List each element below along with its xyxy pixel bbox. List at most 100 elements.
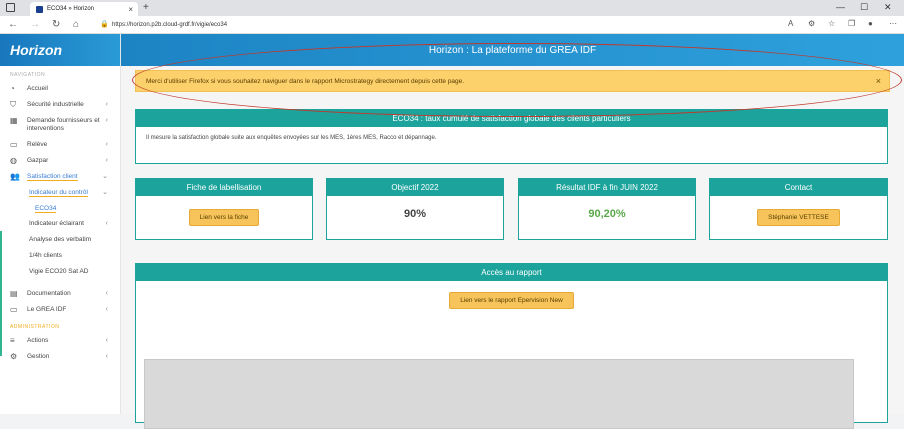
lock-icon: 🔒	[100, 21, 109, 28]
favorites-icon[interactable]: ☆	[828, 19, 835, 28]
address-bar: ← → ↻ ⌂ 🔒 https://horizon.p2b.cloud-grdf…	[0, 16, 904, 34]
sidebar-item-label: Actions	[27, 337, 49, 344]
contact-card: Contact Stéphanie VETTESE	[709, 178, 888, 240]
eco34-description: Il mesure la satisfaction globale suite …	[146, 135, 437, 141]
shield-icon: ⛉	[10, 100, 16, 109]
sidebar-item-label: Satisfaction client	[27, 173, 78, 181]
minimize-button[interactable]: —	[836, 2, 845, 12]
admin-heading: ADMINISTRATION	[10, 324, 60, 330]
chevron-left-icon: ‹	[105, 141, 108, 148]
forward-icon[interactable]: →	[30, 19, 40, 30]
extension-icon[interactable]: ⚙	[808, 19, 815, 28]
tab-close-icon[interactable]: ×	[128, 5, 133, 14]
sidebar-subitem-eco34[interactable]: ECO34	[0, 201, 120, 216]
sidebar-item-accueil[interactable]: ◔ Accueil	[0, 81, 120, 97]
profile-icon[interactable]: ●	[868, 19, 873, 28]
resultat-card: Résultat IDF à fin JUIN 2022 90,20%	[518, 178, 696, 240]
sidebar: Horizon NAVIGATION ◔ Accueil ⛉ Sécurité …	[0, 34, 121, 414]
active-section-indicator	[0, 231, 2, 356]
read-aloud-icon[interactable]: A	[788, 19, 793, 28]
sidebar-item-gestion[interactable]: ⚙ Gestion ‹	[0, 349, 120, 365]
doc-icon: ▤	[10, 289, 18, 298]
alert-text: Merci d'utiliser Firefox si vous souhait…	[146, 78, 465, 85]
sidebar-item-gazpar[interactable]: ◍ Gazpar ‹	[0, 153, 120, 169]
chevron-down-icon: ⌄	[102, 189, 108, 196]
objectif-card-title: Objectif 2022	[327, 179, 503, 196]
url-text: https://horizon.p2b.cloud-grdf.fr/vigie/…	[112, 22, 228, 28]
sidebar-subitem-label: Indicateur éclairant	[29, 220, 84, 227]
sidebar-item-releve[interactable]: ▭ Relève ‹	[0, 137, 120, 153]
contact-button[interactable]: Stéphanie VETTESE	[757, 209, 840, 226]
labellisation-card: Fiche de labellisation Lien vers la fich…	[135, 178, 313, 240]
chevron-down-icon: ⌄	[102, 173, 108, 180]
fiche-link-button[interactable]: Lien vers la fiche	[188, 209, 260, 226]
sidebar-item-label: Relève	[27, 141, 48, 148]
sidebar-subitem-indicateur-eclairant[interactable]: Indicateur éclairant ‹	[0, 216, 120, 232]
sidebar-subitem-label: Indicateur du contrôl	[29, 189, 88, 197]
browser-tab[interactable]: ECO34 » Horizon ×	[30, 2, 138, 16]
sidebar-subitem-indicateur-controle[interactable]: Indicateur du contrôl ⌄	[0, 185, 120, 201]
sidebar-item-grea[interactable]: ▭ Le GREA IDF ‹	[0, 302, 120, 318]
resultat-card-title: Résultat IDF à fin JUIN 2022	[519, 179, 695, 196]
reload-icon[interactable]: ↻	[52, 19, 60, 30]
back-icon[interactable]: ←	[8, 19, 18, 30]
more-icon[interactable]: ⋯	[889, 19, 897, 28]
app-root: Horizon NAVIGATION ◔ Accueil ⛉ Sécurité …	[0, 34, 904, 429]
chevron-left-icon: ‹	[105, 117, 108, 124]
sidebar-item-actions[interactable]: ≡ Actions ‹	[0, 333, 120, 349]
tab-title: ECO34 » Horizon	[47, 6, 95, 12]
chevron-left-icon: ‹	[105, 220, 108, 227]
chevron-left-icon: ‹	[105, 337, 108, 344]
page-header: Horizon : La plateforme du GREA IDF	[121, 34, 904, 66]
sidebar-item-documentation[interactable]: ▤ Documentation ‹	[0, 286, 120, 302]
sidebar-item-label: Demande fournisseurs et interventions	[27, 117, 100, 132]
gauge-icon: ◔	[10, 84, 15, 93]
acces-card: Accès au rapport Lien vers le rapport Ep…	[135, 263, 888, 429]
objectif-value: 90%	[403, 208, 427, 220]
globe-icon: ◍	[10, 156, 17, 165]
nav-heading: NAVIGATION	[10, 72, 46, 78]
chart-icon: ▦	[10, 116, 18, 125]
sidebar-item-demande[interactable]: ▦ Demande fournisseurs et interventions …	[0, 113, 120, 137]
url-field[interactable]: 🔒 https://horizon.p2b.cloud-grdf.fr/vigi…	[98, 19, 788, 31]
window-icon: ▭	[10, 305, 18, 314]
sidebar-item-securite[interactable]: ⛉ Sécurité industrielle ‹	[0, 97, 120, 113]
sidebar-item-satisfaction[interactable]: 👥 Satisfaction client ⌄	[0, 169, 120, 185]
rapport-link-button[interactable]: Lien vers le rapport Epervision New	[449, 292, 574, 309]
sidebar-subitem-label: ECO34	[35, 205, 57, 213]
resultat-value: 90,20%	[588, 208, 626, 220]
sidebar-item-label: Sécurité industrielle	[27, 101, 84, 108]
maximize-button[interactable]: ☐	[860, 2, 868, 13]
close-window-button[interactable]: ✕	[884, 2, 892, 13]
meter-icon: ▭	[10, 140, 18, 149]
main-content: Merci d'utiliser Firefox si vous souhait…	[121, 66, 904, 429]
chevron-left-icon: ‹	[105, 306, 108, 313]
sidebar-item-label: Le GREA IDF	[27, 306, 67, 313]
new-tab-button[interactable]: +	[143, 2, 149, 13]
chevron-left-icon: ‹	[105, 290, 108, 297]
chevron-left-icon: ‹	[105, 157, 108, 164]
browser-tabbar: ECO34 » Horizon × + — ☐ ✕	[0, 0, 904, 16]
report-embed-frame[interactable]	[144, 359, 854, 429]
window-menu-icon[interactable]	[6, 3, 15, 12]
collections-icon[interactable]: ❐	[848, 19, 855, 28]
sidebar-item-label: Gazpar	[27, 157, 49, 164]
users-icon: 👥	[10, 172, 20, 181]
acces-card-title: Accès au rapport	[136, 264, 887, 281]
logo[interactable]: Horizon	[0, 34, 120, 66]
favicon-icon	[36, 5, 43, 13]
firefox-alert: Merci d'utiliser Firefox si vous souhait…	[135, 70, 890, 92]
sidebar-subitem-quart-heure[interactable]: 1/4h clients	[0, 248, 120, 264]
eco34-card-title: ECO34 : taux cumulé de satisfaction glob…	[136, 110, 887, 127]
objectif-card: Objectif 2022 90%	[326, 178, 504, 240]
alert-close-icon[interactable]: ×	[876, 76, 881, 86]
sidebar-item-label: Documentation	[27, 290, 71, 297]
sidebar-subitem-analyse[interactable]: Analyse des verbatim	[0, 232, 120, 248]
sidebar-subitem-vigie-eco20[interactable]: Vigie ECO20 Sat AD	[0, 264, 120, 280]
labellisation-card-title: Fiche de labellisation	[136, 179, 312, 196]
home-icon[interactable]: ⌂	[73, 19, 79, 30]
sidebar-item-label: Accueil	[27, 85, 48, 92]
gear-icon: ⚙	[10, 352, 18, 361]
contact-card-title: Contact	[710, 179, 887, 196]
list-icon: ≡	[10, 336, 15, 345]
